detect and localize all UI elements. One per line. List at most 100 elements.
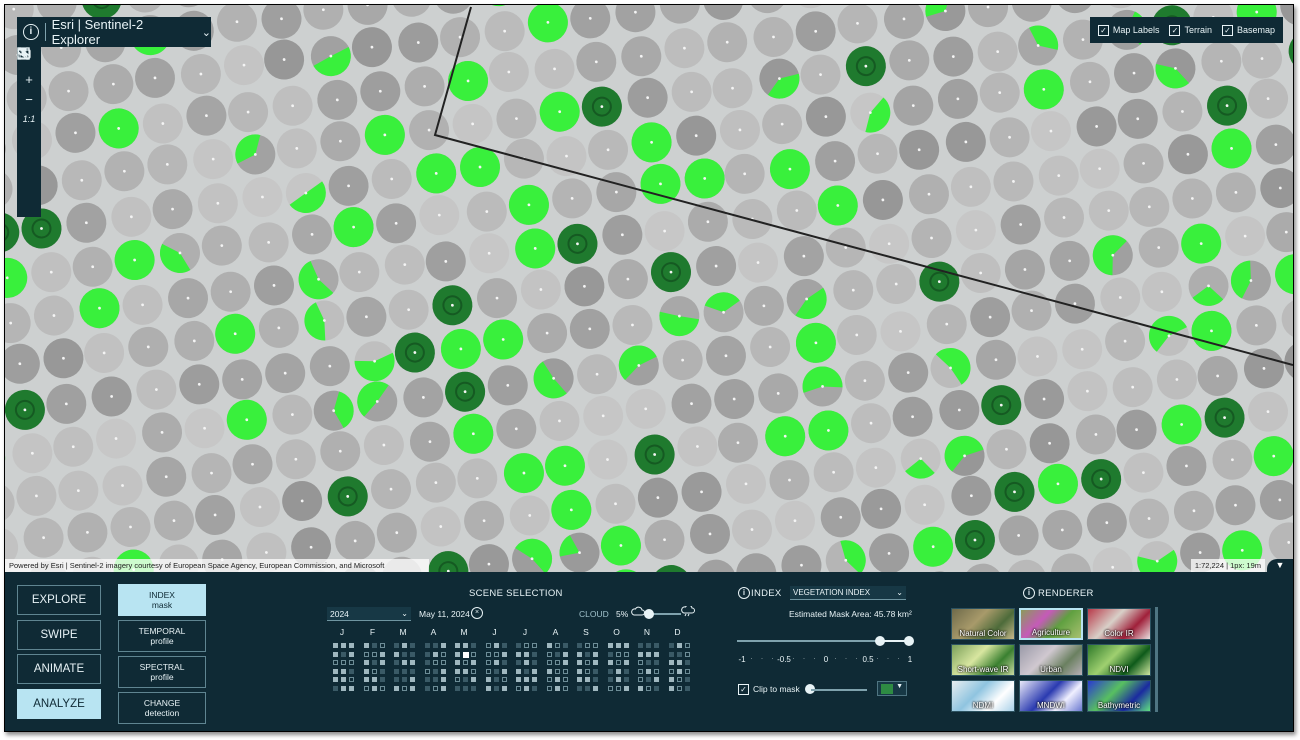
- scene-day-cell[interactable]: [402, 660, 407, 665]
- scene-day-cell[interactable]: [676, 668, 682, 674]
- scene-day-cell[interactable]: [615, 643, 621, 648]
- attribution[interactable]: Powered by Esri | Sentinel-2 imagery cou…: [5, 559, 429, 572]
- year-select[interactable]: 2024 ⌄: [327, 607, 411, 621]
- scene-day-cell[interactable]: [371, 660, 377, 665]
- scene-day-cell[interactable]: [676, 651, 682, 657]
- scene-day-cell[interactable]: [402, 651, 407, 657]
- clip-to-mask-checkbox[interactable]: ✓: [738, 684, 749, 695]
- scene-day-cell[interactable]: [607, 643, 613, 648]
- scene-day-cell[interactable]: [524, 643, 529, 648]
- scene-day-cell[interactable]: [440, 677, 446, 682]
- scene-day-cell[interactable]: [471, 643, 476, 648]
- scene-day-cell[interactable]: [676, 643, 682, 648]
- tool-temporal-profile-button[interactable]: TEMPORAL profile: [118, 620, 206, 652]
- scene-day-cell[interactable]: [440, 685, 446, 691]
- scene-day-cell[interactable]: [463, 660, 468, 665]
- renderer-option-urban[interactable]: Urban: [1019, 644, 1083, 676]
- scene-day-cell[interactable]: [638, 651, 643, 657]
- scene-day-cell[interactable]: [646, 677, 651, 682]
- map-view[interactable]: i Esri | Sentinel-2 Explorer ⌄ + − 1:1 ✓…: [5, 5, 1293, 572]
- scene-day-cell[interactable]: [615, 668, 621, 674]
- tool-change-detection-button[interactable]: CHANGE detection: [118, 692, 206, 724]
- scene-day-cell[interactable]: [455, 643, 460, 648]
- info-icon[interactable]: i: [23, 24, 39, 40]
- scene-day-cell[interactable]: [371, 677, 377, 682]
- scene-day-cell[interactable]: [501, 651, 507, 657]
- scene-day-cell[interactable]: [516, 677, 521, 682]
- scene-day-cell[interactable]: [623, 668, 629, 674]
- scene-day-cell[interactable]: [349, 677, 354, 682]
- camera-icon[interactable]: [17, 48, 39, 175]
- scene-day-cell[interactable]: [455, 651, 460, 657]
- scene-day-cell[interactable]: [440, 651, 446, 657]
- scene-day-cell[interactable]: [646, 651, 651, 657]
- mask-color-picker[interactable]: ▼: [877, 681, 907, 696]
- scene-day-cell[interactable]: [463, 677, 468, 682]
- scene-day-cell[interactable]: [516, 660, 521, 665]
- scene-day-cell[interactable]: [684, 651, 690, 657]
- scene-day-cell[interactable]: [410, 643, 415, 648]
- scene-day-cell[interactable]: [394, 643, 399, 648]
- scene-day-cell[interactable]: [607, 651, 613, 657]
- scene-day-cell[interactable]: [485, 660, 491, 665]
- mode-swipe-button[interactable]: SWIPE: [17, 620, 101, 650]
- scene-day-cell[interactable]: [654, 651, 659, 657]
- scene-day-cell[interactable]: [684, 643, 690, 648]
- scene-day-cell[interactable]: [585, 677, 590, 682]
- index-info-icon[interactable]: i: [738, 587, 750, 599]
- scene-day-cell[interactable]: [646, 643, 651, 648]
- scene-day-cell[interactable]: [394, 677, 399, 682]
- scene-day-cell[interactable]: [341, 651, 346, 657]
- scene-day-cell[interactable]: [455, 668, 460, 674]
- scene-day-cell[interactable]: [516, 668, 521, 674]
- renderer-option-ndmi[interactable]: NDMI: [951, 680, 1015, 712]
- scene-day-cell[interactable]: [654, 660, 659, 665]
- scene-day-cell[interactable]: [363, 643, 369, 648]
- scene-calendar[interactable]: [333, 643, 693, 695]
- scene-day-cell[interactable]: [333, 685, 338, 691]
- fullscreen-icon[interactable]: [17, 47, 39, 149]
- scene-day-cell[interactable]: [546, 643, 552, 648]
- scene-day-cell[interactable]: [471, 685, 476, 691]
- scene-day-cell[interactable]: [532, 677, 537, 682]
- scene-day-cell[interactable]: [554, 668, 560, 674]
- scene-day-cell[interactable]: [363, 685, 369, 691]
- scene-day-cell[interactable]: [585, 660, 590, 665]
- scene-day-cell[interactable]: [638, 685, 643, 691]
- scene-day-cell[interactable]: [577, 660, 582, 665]
- scene-day-cell[interactable]: [562, 651, 568, 657]
- scene-day-cell[interactable]: [341, 643, 346, 648]
- scene-day-cell[interactable]: [638, 643, 643, 648]
- chevron-down-icon[interactable]: ⌄: [202, 26, 211, 39]
- scene-day-cell[interactable]: [379, 677, 385, 682]
- scene-day-cell[interactable]: [371, 651, 377, 657]
- scene-day-cell[interactable]: [684, 668, 690, 674]
- scene-day-cell[interactable]: [463, 668, 468, 674]
- scene-day-cell[interactable]: [493, 651, 499, 657]
- scene-day-cell[interactable]: [646, 668, 651, 674]
- renderer-option-color-ir[interactable]: Color IR: [1087, 608, 1151, 640]
- scene-day-cell[interactable]: [554, 651, 560, 657]
- renderer-option-natural-color[interactable]: Natural Color: [951, 608, 1015, 640]
- scene-day-cell[interactable]: [424, 660, 430, 665]
- scene-day-cell[interactable]: [585, 643, 590, 648]
- scene-day-cell[interactable]: [577, 685, 582, 691]
- scene-day-cell[interactable]: [493, 677, 499, 682]
- scene-day-cell[interactable]: [463, 643, 468, 648]
- scene-day-cell[interactable]: [607, 677, 613, 682]
- scene-day-cell[interactable]: [432, 677, 438, 682]
- cloud-slider-thumb[interactable]: [644, 609, 654, 619]
- scene-day-cell[interactable]: [684, 660, 690, 665]
- scene-day-cell[interactable]: [410, 660, 415, 665]
- scene-day-cell[interactable]: [516, 685, 521, 691]
- scene-day-cell[interactable]: [402, 685, 407, 691]
- scene-day-cell[interactable]: [654, 677, 659, 682]
- mode-animate-button[interactable]: ANIMATE: [17, 654, 101, 684]
- scene-day-cell[interactable]: [593, 685, 598, 691]
- scene-day-cell[interactable]: [593, 651, 598, 657]
- scene-day-cell[interactable]: [546, 677, 552, 682]
- scene-day-cell[interactable]: [524, 685, 529, 691]
- scene-day-cell[interactable]: [654, 668, 659, 674]
- scene-day-cell[interactable]: [485, 651, 491, 657]
- scene-day-cell[interactable]: [668, 677, 674, 682]
